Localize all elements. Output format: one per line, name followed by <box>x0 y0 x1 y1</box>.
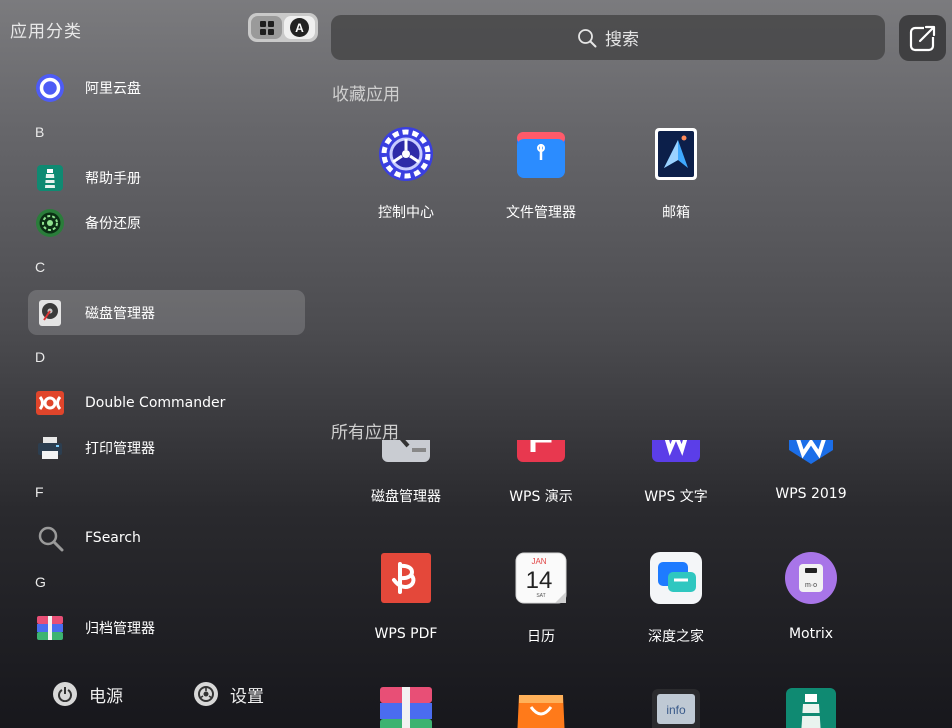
app-label: 邮箱 <box>662 205 690 221</box>
app-label: WPS 文字 <box>644 489 708 505</box>
fullscreen-toggle-button[interactable] <box>899 15 946 61</box>
wps-2019-icon <box>789 440 833 464</box>
app-label: 磁盘管理器 <box>371 489 441 505</box>
letter-header-b: B <box>35 124 45 140</box>
calendar-month: JAN <box>531 557 546 566</box>
info-badge: info <box>666 703 686 717</box>
mail-icon <box>655 128 697 180</box>
app-label: WPS 2019 <box>775 486 847 502</box>
calendar-day: 14 <box>526 567 553 594</box>
file-manager-icon <box>517 132 565 178</box>
disk-manager-icon <box>382 440 430 462</box>
expand-icon <box>909 25 936 52</box>
app-store-icon <box>517 695 565 728</box>
app-wps-presentation[interactable]: WPS 演示 <box>476 440 606 506</box>
system-info-icon: info <box>652 689 700 728</box>
app-motrix[interactable]: m·o Motrix <box>746 550 876 642</box>
search-icon <box>38 526 64 551</box>
calendar-icon: JAN 14 SAT <box>515 552 567 604</box>
power-button[interactable]: 电源 <box>53 680 123 708</box>
letter-header-g: G <box>35 574 46 590</box>
app-wps-2019[interactable]: WPS 2019 <box>746 440 876 502</box>
app-deepin-home[interactable]: 深度之家 <box>611 550 741 646</box>
app-label: Motrix <box>788 626 834 642</box>
view-mode-toggle[interactable]: A <box>248 13 318 42</box>
sidebar-item-disk-manager[interactable]: 磁盘管理器 <box>28 290 305 335</box>
control-center-icon <box>379 127 433 181</box>
letter-header-c: C <box>35 259 46 275</box>
motrix-icon: m·o <box>785 552 837 604</box>
app-label: WPS 演示 <box>509 489 573 505</box>
printer-icon <box>38 436 62 459</box>
sidebar-item-print-manager[interactable]: 打印管理器 <box>28 425 305 470</box>
app-label: 控制中心 <box>378 205 434 221</box>
letter-a-icon: A <box>290 18 309 37</box>
sidebar-item-label: 打印管理器 <box>85 440 155 457</box>
wps-writer-icon <box>652 440 700 462</box>
settings-button[interactable]: 设置 <box>194 680 264 708</box>
app-app-store[interactable] <box>476 685 606 728</box>
sidebar-item-label: 阿里云盘 <box>85 80 141 97</box>
sidebar-item-label: 帮助手册 <box>85 170 141 187</box>
backup-restore-icon <box>36 208 64 237</box>
power-label: 电源 <box>89 686 123 707</box>
app-archive-manager[interactable] <box>341 685 471 728</box>
app-calendar[interactable]: JAN 14 SAT 日历 <box>476 550 606 646</box>
favorite-app-file-manager[interactable]: 文件管理器 <box>476 126 606 222</box>
category-view-button[interactable] <box>251 16 282 39</box>
wps-pdf-icon <box>381 553 431 603</box>
aliyun-drive-icon <box>36 73 64 102</box>
help-manual-icon <box>37 164 63 191</box>
wps-presentation-icon <box>517 440 565 462</box>
app-system-info[interactable]: info <box>611 685 741 728</box>
app-label: 日历 <box>527 629 555 645</box>
favorite-app-control-center[interactable]: 控制中心 <box>341 126 471 222</box>
help-manual-icon <box>786 688 836 728</box>
sidebar-item-double-commander[interactable]: Double Commander <box>28 380 305 425</box>
alphabetical-view-button[interactable]: A <box>284 16 315 39</box>
search-placeholder: 搜索 <box>605 30 639 50</box>
letter-header-d: D <box>35 349 46 365</box>
sidebar-item-label: Double Commander <box>85 394 226 411</box>
sidebar-item-backup-restore[interactable]: 备份还原 <box>28 200 305 245</box>
deepin-home-icon <box>650 552 702 604</box>
calendar-weekday: SAT <box>536 593 545 599</box>
app-disk-manager[interactable]: 磁盘管理器 <box>341 440 471 506</box>
search-input[interactable]: 搜索 <box>331 15 885 60</box>
settings-label: 设置 <box>230 686 264 707</box>
app-wps-pdf[interactable]: WPS PDF <box>341 550 471 642</box>
app-category-sidebar: 应用分类 A 阿里云盘 B 帮助手册 备份还原 C 磁盘管理器 D Double… <box>0 0 320 728</box>
grid-icon <box>259 20 274 35</box>
app-wps-writer[interactable]: WPS 文字 <box>611 440 741 506</box>
all-apps-grid[interactable]: 磁盘管理器 WPS 演示 WPS 文字 WPS 2019 WPS PDF JAN… <box>331 440 951 728</box>
disk-manager-icon <box>39 299 61 326</box>
motrix-badge: m·o <box>805 582 817 589</box>
app-label: 深度之家 <box>648 629 704 645</box>
favorite-app-mail[interactable]: 邮箱 <box>611 126 741 222</box>
sidebar-item-label: FSearch <box>85 529 141 546</box>
sidebar-item-aliyun-drive[interactable]: 阿里云盘 <box>28 65 305 110</box>
archive-manager-icon <box>380 687 432 728</box>
sidebar-item-label: 归档管理器 <box>85 620 155 637</box>
letter-header-f: F <box>35 484 44 500</box>
sidebar-item-archive-manager[interactable]: 归档管理器 <box>28 605 305 650</box>
favorites-title: 收藏应用 <box>332 85 400 105</box>
sidebar-item-help-manual[interactable]: 帮助手册 <box>28 155 305 200</box>
app-label: WPS PDF <box>374 626 438 642</box>
sidebar-item-label: 备份还原 <box>85 215 141 232</box>
sidebar-item-label: 磁盘管理器 <box>85 305 155 322</box>
app-label: 文件管理器 <box>506 205 576 221</box>
sidebar-item-fsearch[interactable]: FSearch <box>28 515 305 560</box>
search-icon <box>578 28 597 47</box>
app-help-manual[interactable] <box>746 685 876 728</box>
settings-icon <box>194 682 218 706</box>
power-icon <box>53 682 77 706</box>
sidebar-title: 应用分类 <box>10 22 82 42</box>
double-commander-icon <box>36 390 64 415</box>
archive-manager-icon <box>37 615 63 640</box>
